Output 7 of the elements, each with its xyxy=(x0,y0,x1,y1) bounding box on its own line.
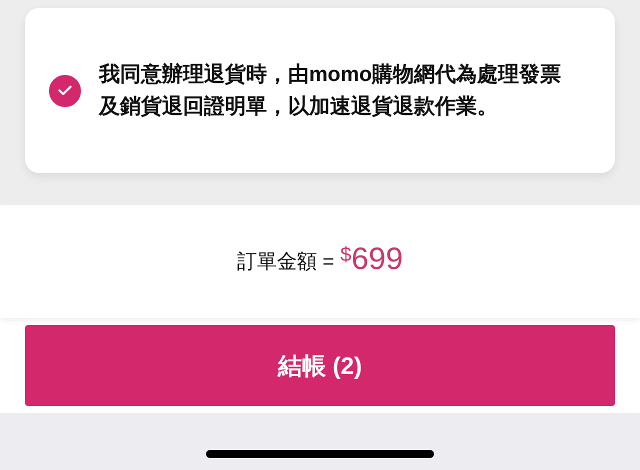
check-icon xyxy=(58,85,72,96)
checkout-button[interactable]: 結帳 (2) xyxy=(25,325,615,406)
currency-symbol: $ xyxy=(340,244,352,267)
total-label: 訂單金額 = xyxy=(236,250,334,275)
agreement-text: 我同意辦理退貨時，由momo購物網代為處理發票及銷貨退回證明單，以加速退貨退款作業。 xyxy=(99,62,562,120)
total-amount: 699 xyxy=(351,240,404,276)
checkbox[interactable] xyxy=(49,74,81,106)
